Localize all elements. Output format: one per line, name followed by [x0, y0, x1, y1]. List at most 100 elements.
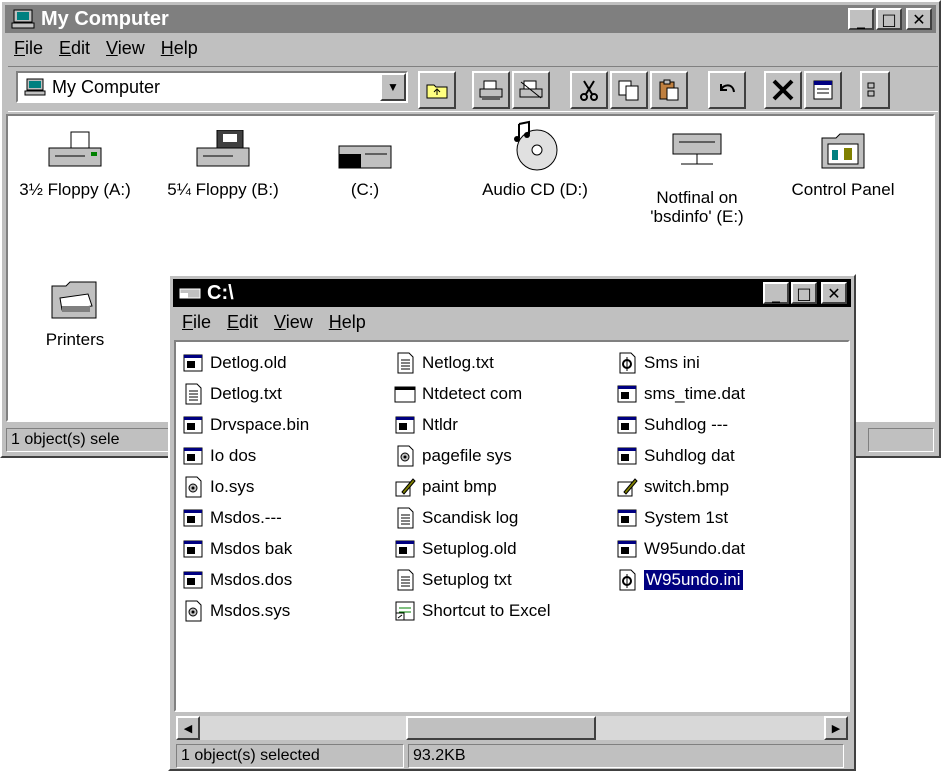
drive-label: 3½ Floppy (A:) — [19, 180, 131, 199]
file-item[interactable]: W95undo.dat — [616, 536, 745, 562]
scroll-left-button[interactable]: ◀ — [176, 716, 200, 740]
menu-help[interactable]: Help — [153, 36, 206, 61]
file-item[interactable]: Detlog.old — [182, 350, 287, 376]
file-item[interactable]: switch.bmp — [616, 474, 729, 500]
view-icon — [867, 82, 875, 97]
drive-network-e[interactable] — [632, 130, 762, 176]
file-item[interactable]: Drvspace.bin — [182, 412, 309, 438]
app-file-icon — [394, 414, 416, 436]
file-item[interactable]: W95undo.ini — [616, 567, 743, 593]
my-computer-titlebar[interactable]: My Computer _ □ ✕ — [5, 5, 936, 33]
delete-button[interactable] — [764, 71, 802, 109]
drive-audio-cd[interactable]: Audio CD (D:) — [470, 120, 600, 200]
drive-floppy-b[interactable]: 5¼ Floppy (B:) — [158, 130, 288, 200]
file-item[interactable]: Msdos.sys — [182, 598, 290, 624]
toolbar: My Computer ▼ — [8, 66, 938, 112]
system-file-icon — [182, 476, 204, 498]
file-item[interactable]: Suhdlog dat — [616, 443, 735, 469]
view-button[interactable] — [860, 71, 890, 109]
file-item[interactable]: Msdos bak — [182, 536, 292, 562]
disconnect-drive-button[interactable] — [512, 71, 550, 109]
file-item[interactable]: Ntdetect com — [394, 381, 522, 407]
properties-button[interactable] — [804, 71, 842, 109]
file-name: Msdos.sys — [210, 601, 291, 620]
shortcut-icon — [394, 600, 416, 622]
app-file-icon — [394, 538, 416, 560]
my-computer-menubar: File Edit View Help — [6, 36, 935, 61]
cut-button[interactable] — [570, 71, 608, 109]
file-name: pagefile sys — [422, 446, 512, 465]
maximize-button[interactable]: □ — [791, 282, 817, 304]
file-name: Ntldr — [422, 415, 458, 434]
file-item[interactable]: Io dos — [182, 443, 256, 469]
settings-file-icon — [616, 569, 638, 591]
address-combobox[interactable]: My Computer ▼ — [16, 71, 408, 103]
file-item[interactable]: Shortcut to Excel — [394, 598, 551, 624]
maximize-button[interactable]: □ — [876, 8, 902, 30]
file-item[interactable]: Suhdlog --- — [616, 412, 728, 438]
file-item[interactable]: Msdos.dos — [182, 567, 292, 593]
close-button[interactable]: ✕ — [906, 8, 932, 30]
file-name: Setuplog txt — [422, 570, 512, 589]
file-item[interactable]: Scandisk log — [394, 505, 518, 531]
app-file-icon — [616, 383, 638, 405]
file-item[interactable]: Ntldr — [394, 412, 458, 438]
drive-c[interactable]: (C:) — [300, 130, 430, 200]
file-item[interactable]: Io.sys — [182, 474, 254, 500]
scroll-thumb[interactable] — [406, 716, 596, 740]
horizontal-scrollbar[interactable]: ◀ ▶ — [176, 716, 848, 740]
paint-bitmap-icon — [616, 476, 638, 498]
file-item[interactable]: paint bmp — [394, 474, 497, 500]
file-name: Msdos.dos — [210, 570, 293, 589]
printers-folder[interactable]: Printers — [10, 276, 140, 350]
undo-button[interactable] — [708, 71, 746, 109]
file-item[interactable]: Detlog.txt — [182, 381, 282, 407]
up-one-level-button[interactable] — [418, 71, 456, 109]
file-item[interactable]: Netlog.txt — [394, 350, 494, 376]
close-button[interactable]: ✕ — [821, 282, 847, 304]
file-name: Drvspace.bin — [210, 415, 310, 434]
scroll-right-button[interactable]: ▶ — [824, 716, 848, 740]
drive-floppy-a[interactable]: 3½ Floppy (A:) — [10, 130, 140, 200]
my-computer-icon — [11, 9, 35, 29]
menu-view[interactable]: View — [266, 310, 321, 335]
hard-drive-icon — [338, 145, 392, 169]
undo-icon — [720, 84, 735, 93]
file-item[interactable]: sms_time.dat — [616, 381, 745, 407]
file-name: Suhdlog --- — [644, 415, 729, 434]
file-item[interactable]: System 1st — [616, 505, 728, 531]
file-name: Scandisk log — [422, 508, 519, 527]
file-name: Sms ini — [644, 353, 700, 372]
menu-edit[interactable]: Edit — [51, 36, 98, 61]
map-drive-icon — [479, 80, 503, 100]
file-item[interactable]: Sms ini — [616, 350, 700, 376]
app-file-icon — [616, 445, 638, 467]
minimize-button[interactable]: _ — [763, 282, 789, 304]
file-name: Ntdetect com — [422, 384, 523, 403]
arrow-left-icon: ◀ — [183, 722, 193, 735]
file-item[interactable]: Msdos.--- — [182, 505, 282, 531]
menu-view[interactable]: View — [98, 36, 153, 61]
minimize-button[interactable]: _ — [848, 8, 874, 30]
audio-cd-icon — [514, 120, 558, 171]
address-dropdown-button[interactable]: ▼ — [380, 73, 406, 101]
copy-button[interactable] — [610, 71, 648, 109]
file-name: W95undo.dat — [644, 539, 746, 558]
copy-icon — [618, 80, 639, 101]
control-panel[interactable]: Control Panel — [778, 128, 908, 200]
file-item[interactable]: pagefile sys — [394, 443, 512, 469]
file-item[interactable]: Setuplog.old — [394, 536, 517, 562]
drive-label: Printers — [45, 330, 105, 349]
c-drive-titlebar[interactable]: C:\ _ □ ✕ — [173, 279, 851, 307]
menu-edit[interactable]: Edit — [219, 310, 266, 335]
chevron-down-icon: ▼ — [387, 80, 399, 94]
text-file-icon — [394, 507, 416, 529]
file-name: Setuplog.old — [422, 539, 517, 558]
menu-file[interactable]: File — [174, 310, 219, 335]
menu-file[interactable]: File — [6, 36, 51, 61]
menu-help[interactable]: Help — [321, 310, 374, 335]
map-drive-button[interactable] — [472, 71, 510, 109]
network-drive-icon — [672, 133, 722, 165]
file-item[interactable]: Setuplog txt — [394, 567, 512, 593]
paste-button[interactable] — [650, 71, 688, 109]
